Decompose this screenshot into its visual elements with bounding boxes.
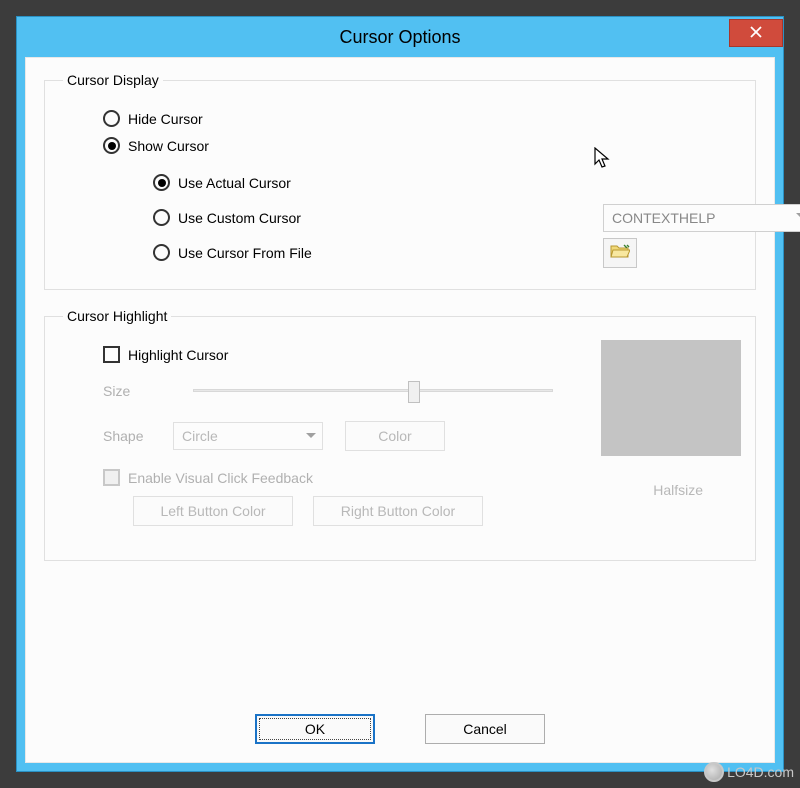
- color-button[interactable]: Color: [345, 421, 445, 451]
- hide-cursor-label: Hide Cursor: [128, 111, 203, 127]
- use-custom-cursor-radio[interactable]: [153, 209, 170, 226]
- ok-button[interactable]: OK: [255, 714, 375, 744]
- slider-thumb[interactable]: [408, 381, 420, 403]
- show-cursor-label: Show Cursor: [128, 138, 209, 154]
- left-button-color-button[interactable]: Left Button Color: [133, 496, 293, 526]
- slider-track: [193, 389, 553, 392]
- highlight-cursor-checkbox[interactable]: [103, 346, 120, 363]
- hide-cursor-radio[interactable]: [103, 110, 120, 127]
- show-cursor-radio[interactable]: [103, 137, 120, 154]
- dialog-window: Cursor Options Cursor Display Hide Curso…: [16, 16, 784, 772]
- titlebar: Cursor Options: [17, 17, 783, 57]
- cancel-button[interactable]: Cancel: [425, 714, 545, 744]
- custom-cursor-dropdown[interactable]: CONTEXTHELP: [603, 204, 800, 232]
- browse-file-button[interactable]: [603, 238, 637, 268]
- use-custom-cursor-label: Use Custom Cursor: [178, 210, 301, 226]
- enable-vcf-label: Enable Visual Click Feedback: [128, 470, 313, 486]
- shape-dropdown[interactable]: Circle: [173, 422, 323, 450]
- chevron-down-icon: [796, 213, 800, 218]
- dialog-buttons: OK Cancel: [44, 714, 756, 744]
- right-button-color-button[interactable]: Right Button Color: [313, 496, 483, 526]
- use-actual-cursor-radio[interactable]: [153, 174, 170, 191]
- cursor-highlight-legend: Cursor Highlight: [63, 308, 171, 324]
- globe-icon: [704, 762, 724, 782]
- shape-label: Shape: [103, 428, 173, 444]
- size-slider[interactable]: [193, 379, 553, 403]
- enable-vcf-checkbox[interactable]: [103, 469, 120, 486]
- use-cursor-from-file-label: Use Cursor From File: [178, 245, 312, 261]
- cursor-highlight-group: Cursor Highlight Highlight Cursor Size S…: [44, 308, 756, 561]
- client-area: Cursor Display Hide Cursor Show Cursor U…: [25, 57, 775, 763]
- close-button[interactable]: [729, 19, 783, 47]
- watermark: LO4D.com: [704, 762, 794, 782]
- custom-cursor-value: CONTEXTHELP: [612, 210, 715, 226]
- size-label: Size: [103, 383, 173, 399]
- use-cursor-from-file-radio[interactable]: [153, 244, 170, 261]
- highlight-preview: [601, 340, 741, 456]
- close-icon: [750, 26, 762, 41]
- window-title: Cursor Options: [339, 27, 460, 48]
- halfsize-label: Halfsize: [653, 482, 703, 498]
- highlight-cursor-label: Highlight Cursor: [128, 347, 228, 363]
- folder-open-icon: [610, 243, 630, 262]
- chevron-down-icon: [306, 433, 316, 438]
- cursor-display-group: Cursor Display Hide Cursor Show Cursor U…: [44, 72, 756, 290]
- cursor-display-legend: Cursor Display: [63, 72, 163, 88]
- use-actual-cursor-label: Use Actual Cursor: [178, 175, 291, 191]
- shape-value: Circle: [182, 428, 218, 444]
